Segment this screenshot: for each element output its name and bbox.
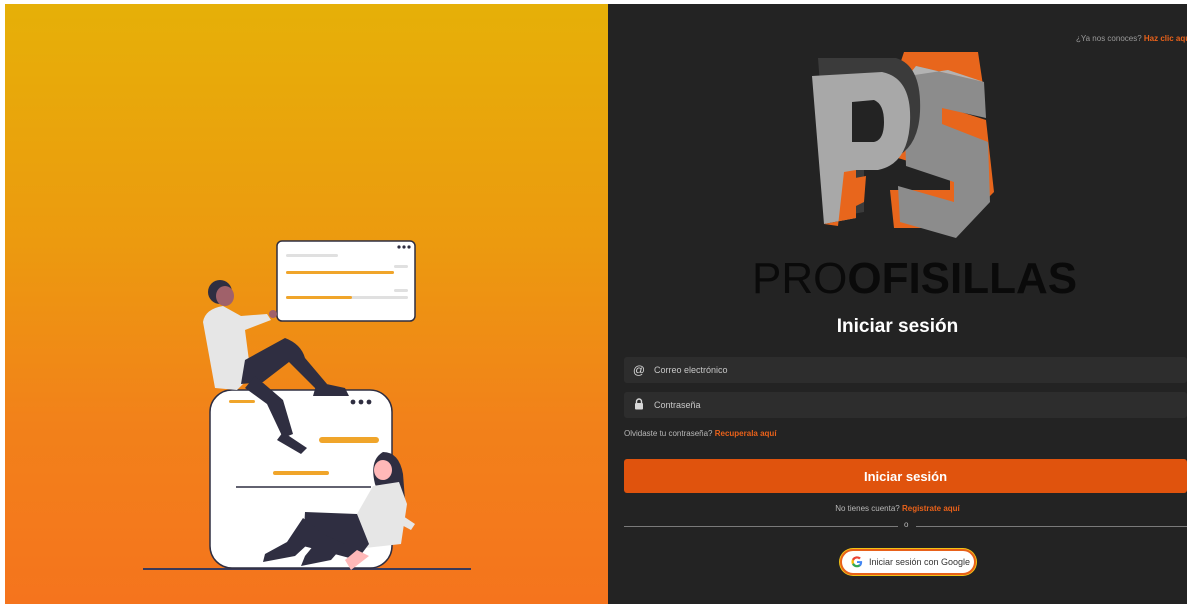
- forgot-password-text: Olvidaste tu contraseña? Recuperala aquí: [624, 429, 777, 438]
- register-text: No tienes cuenta? Registrate aquí: [608, 504, 1187, 513]
- recover-password-link[interactable]: Recuperala aquí: [715, 429, 777, 438]
- password-input[interactable]: [654, 392, 1174, 418]
- brand-name: PROOFISILLAS: [752, 254, 1077, 304]
- brand-name-bold: OFISILLAS: [847, 254, 1078, 303]
- email-input[interactable]: [654, 357, 1174, 383]
- page-title: Iniciar sesión: [836, 316, 959, 337]
- divider-left: [624, 526, 898, 527]
- divider-or: o: [904, 520, 909, 529]
- email-field[interactable]: @: [624, 357, 1187, 383]
- login-panel: ¿Ya nos conoces? Haz clic aquí PROOFISIL…: [608, 4, 1187, 604]
- know-us-prefix: ¿Ya nos conoces?: [1076, 34, 1142, 43]
- know-us-text: ¿Ya nos conoces? Haz clic aquí: [1076, 34, 1187, 43]
- people-illustration: [143, 240, 471, 570]
- google-icon: [851, 556, 863, 568]
- brand-name-regular: PRO: [752, 254, 848, 303]
- login-button[interactable]: Iniciar sesión: [624, 459, 1187, 493]
- at-sign-icon: @: [632, 363, 646, 377]
- divider-right: [916, 526, 1187, 527]
- register-prefix: No tienes cuenta?: [835, 504, 900, 513]
- lock-icon: [632, 398, 646, 412]
- forgot-prefix: Olvidaste tu contraseña?: [624, 429, 713, 438]
- know-us-link[interactable]: Haz clic aquí: [1144, 34, 1187, 43]
- register-link[interactable]: Registrate aquí: [902, 504, 960, 513]
- illustration-panel: [5, 4, 608, 604]
- password-field[interactable]: [624, 392, 1187, 418]
- google-login-button[interactable]: Iniciar sesión con Google: [840, 549, 976, 575]
- brand-logo: [812, 52, 994, 238]
- google-login-label: Iniciar sesión con Google: [869, 557, 971, 567]
